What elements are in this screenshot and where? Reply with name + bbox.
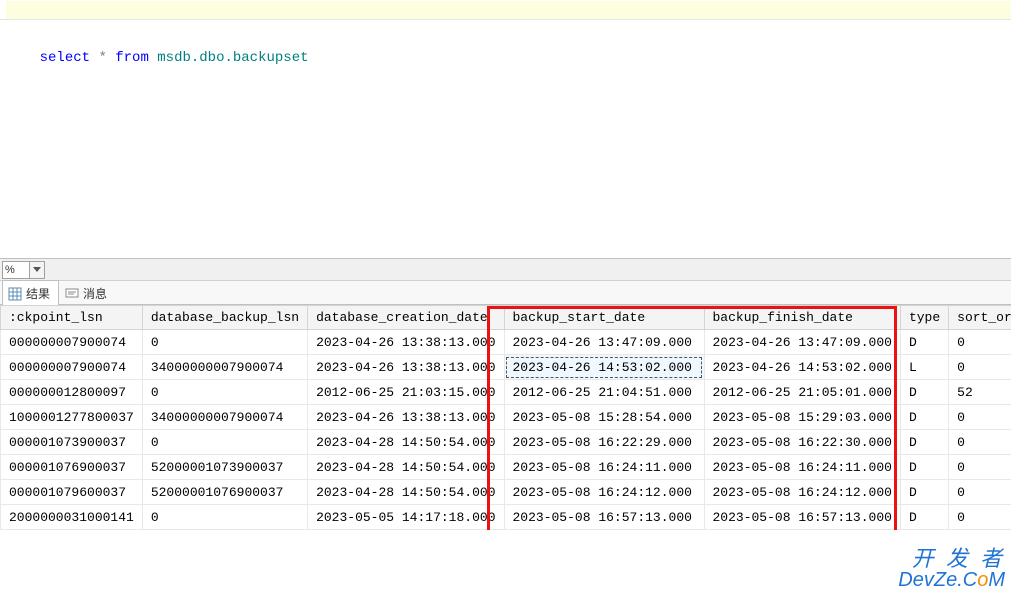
cell-database_creation_date[interactable]: 2023-04-26 13:38:13.000 xyxy=(308,405,504,430)
cell-database_creation_date[interactable]: 2023-05-05 14:17:18.000 xyxy=(308,505,504,530)
cell-ckpoint_lsn[interactable]: 000000007900074 xyxy=(1,330,143,355)
cell-database_backup_lsn[interactable]: 34000000007900074 xyxy=(142,405,307,430)
col-header-backup-finish-date[interactable]: backup_finish_date xyxy=(704,306,900,330)
col-header-sort-order[interactable]: sort_order xyxy=(949,306,1011,330)
cell-type[interactable]: D xyxy=(900,330,948,355)
cell-ckpoint_lsn[interactable]: 000000007900074 xyxy=(1,355,143,380)
watermark-line2: DevZe.CoM xyxy=(898,570,1005,591)
table-row[interactable]: 00000107390003702023-04-28 14:50:54.0002… xyxy=(1,430,1011,455)
cell-database_creation_date[interactable]: 2012-06-25 21:03:15.000 xyxy=(308,380,504,405)
cell-ckpoint_lsn[interactable]: 000001079600037 xyxy=(1,480,143,505)
cell-database_creation_date[interactable]: 2023-04-26 13:38:13.000 xyxy=(308,330,504,355)
tab-results-label: 结果 xyxy=(26,285,50,302)
cell-ckpoint_lsn[interactable]: 000001076900037 xyxy=(1,455,143,480)
cell-backup_finish_date[interactable]: 2023-05-08 16:24:12.000 xyxy=(704,480,900,505)
cell-sort_order[interactable]: 0 xyxy=(949,355,1011,380)
zoom-bar: % xyxy=(0,258,1011,280)
results-grid[interactable]: :ckpoint_lsn database_backup_lsn databas… xyxy=(0,305,1011,530)
cell-backup_finish_date[interactable]: 2023-05-08 16:22:30.000 xyxy=(704,430,900,455)
table-row[interactable]: 000001076900037520000010739000372023-04-… xyxy=(1,455,1011,480)
cell-type[interactable]: D xyxy=(900,505,948,530)
col-header-backup-start-date[interactable]: backup_start_date xyxy=(504,306,704,330)
table-row[interactable]: 200000003100014102023-05-05 14:17:18.000… xyxy=(1,505,1011,530)
sql-identifier: msdb.dbo.backupset xyxy=(157,50,308,66)
chevron-down-icon xyxy=(33,267,41,272)
cell-database_backup_lsn[interactable]: 52000001073900037 xyxy=(142,455,307,480)
cell-ckpoint_lsn[interactable]: 2000000031000141 xyxy=(1,505,143,530)
tab-messages[interactable]: 消息 xyxy=(59,280,116,305)
cell-database_backup_lsn[interactable]: 0 xyxy=(142,505,307,530)
cell-database_creation_date[interactable]: 2023-04-28 14:50:54.000 xyxy=(308,480,504,505)
cell-sort_order[interactable]: 0 xyxy=(949,405,1011,430)
results-grid-wrap: :ckpoint_lsn database_backup_lsn databas… xyxy=(0,305,1011,530)
cell-database_backup_lsn[interactable]: 0 xyxy=(142,380,307,405)
table-row[interactable]: 1000001277800037340000000079000742023-04… xyxy=(1,405,1011,430)
cell-type[interactable]: D xyxy=(900,480,948,505)
cell-sort_order[interactable]: 0 xyxy=(949,455,1011,480)
cell-backup_start_date[interactable]: 2023-05-08 16:24:12.000 xyxy=(504,480,704,505)
col-header-type[interactable]: type xyxy=(900,306,948,330)
cell-database_creation_date[interactable]: 2023-04-28 14:50:54.000 xyxy=(308,455,504,480)
cell-backup_start_date[interactable]: 2012-06-25 21:04:51.000 xyxy=(504,380,704,405)
table-row[interactable]: 000000007900074340000000079000742023-04-… xyxy=(1,355,1011,380)
sql-star: * xyxy=(98,50,106,66)
cell-sort_order[interactable]: 0 xyxy=(949,330,1011,355)
result-tabs: 结果 消息 xyxy=(0,280,1011,305)
cell-backup_finish_date[interactable]: 2023-04-26 13:47:09.000 xyxy=(704,330,900,355)
col-header-database-backup-lsn[interactable]: database_backup_lsn xyxy=(142,306,307,330)
sql-keyword-from: from xyxy=(115,50,149,66)
sql-keyword-select: select xyxy=(40,50,90,66)
cell-backup_finish_date[interactable]: 2023-05-08 15:29:03.000 xyxy=(704,405,900,430)
col-header-database-creation-date[interactable]: database_creation_date xyxy=(308,306,504,330)
cell-ckpoint_lsn[interactable]: 000001073900037 xyxy=(1,430,143,455)
table-row[interactable]: 00000000790007402023-04-26 13:38:13.0002… xyxy=(1,330,1011,355)
cell-database_backup_lsn[interactable]: 52000001076900037 xyxy=(142,480,307,505)
cell-backup_finish_date[interactable]: 2023-05-08 16:57:13.000 xyxy=(704,505,900,530)
table-row[interactable]: 00000001280009702012-06-25 21:03:15.0002… xyxy=(1,380,1011,405)
header-row: :ckpoint_lsn database_backup_lsn databas… xyxy=(1,306,1011,330)
zoom-value[interactable]: % xyxy=(2,261,30,279)
cell-type[interactable]: D xyxy=(900,380,948,405)
cell-sort_order[interactable]: 0 xyxy=(949,505,1011,530)
cell-type[interactable]: D xyxy=(900,405,948,430)
watermark: 开 发 者 DevZe.CoM xyxy=(898,547,1005,591)
cell-type[interactable]: D xyxy=(900,430,948,455)
cell-type[interactable]: D xyxy=(900,455,948,480)
cell-backup_start_date[interactable]: 2023-05-08 16:57:13.000 xyxy=(504,505,704,530)
zoom-dropdown[interactable] xyxy=(30,261,45,279)
message-icon xyxy=(65,287,79,301)
tab-messages-label: 消息 xyxy=(83,285,107,302)
cell-sort_order[interactable]: 52 xyxy=(949,380,1011,405)
cell-database_backup_lsn[interactable]: 0 xyxy=(142,330,307,355)
tab-results[interactable]: 结果 xyxy=(2,280,59,305)
cell-database_creation_date[interactable]: 2023-04-28 14:50:54.000 xyxy=(308,430,504,455)
cell-sort_order[interactable]: 0 xyxy=(949,480,1011,505)
cell-sort_order[interactable]: 0 xyxy=(949,430,1011,455)
cell-ckpoint_lsn[interactable]: 000000012800097 xyxy=(1,380,143,405)
cell-ckpoint_lsn[interactable]: 1000001277800037 xyxy=(1,405,143,430)
grid-icon xyxy=(8,287,22,301)
watermark-line1: 开 发 者 xyxy=(898,547,1005,570)
cell-backup_start_date[interactable]: 2023-04-26 13:47:09.000 xyxy=(504,330,704,355)
cell-backup_start_date[interactable]: 2023-04-26 14:53:02.000 xyxy=(504,355,704,380)
cell-database_backup_lsn[interactable]: 0 xyxy=(142,430,307,455)
col-header-ckpoint-lsn[interactable]: :ckpoint_lsn xyxy=(1,306,143,330)
editor-line-highlight xyxy=(6,1,1011,19)
cell-type[interactable]: L xyxy=(900,355,948,380)
table-row[interactable]: 000001079600037520000010769000372023-04-… xyxy=(1,480,1011,505)
cell-database_creation_date[interactable]: 2023-04-26 13:38:13.000 xyxy=(308,355,504,380)
cell-backup_finish_date[interactable]: 2023-05-08 16:24:11.000 xyxy=(704,455,900,480)
cell-backup_finish_date[interactable]: 2023-04-26 14:53:02.000 xyxy=(704,355,900,380)
cell-backup_start_date[interactable]: 2023-05-08 16:22:29.000 xyxy=(504,430,704,455)
cell-backup_start_date[interactable]: 2023-05-08 15:28:54.000 xyxy=(504,405,704,430)
sql-editor[interactable]: select * from msdb.dbo.backupset xyxy=(0,0,1011,20)
cell-backup_finish_date[interactable]: 2012-06-25 21:05:01.000 xyxy=(704,380,900,405)
cell-backup_start_date[interactable]: 2023-05-08 16:24:11.000 xyxy=(504,455,704,480)
cell-database_backup_lsn[interactable]: 34000000007900074 xyxy=(142,355,307,380)
